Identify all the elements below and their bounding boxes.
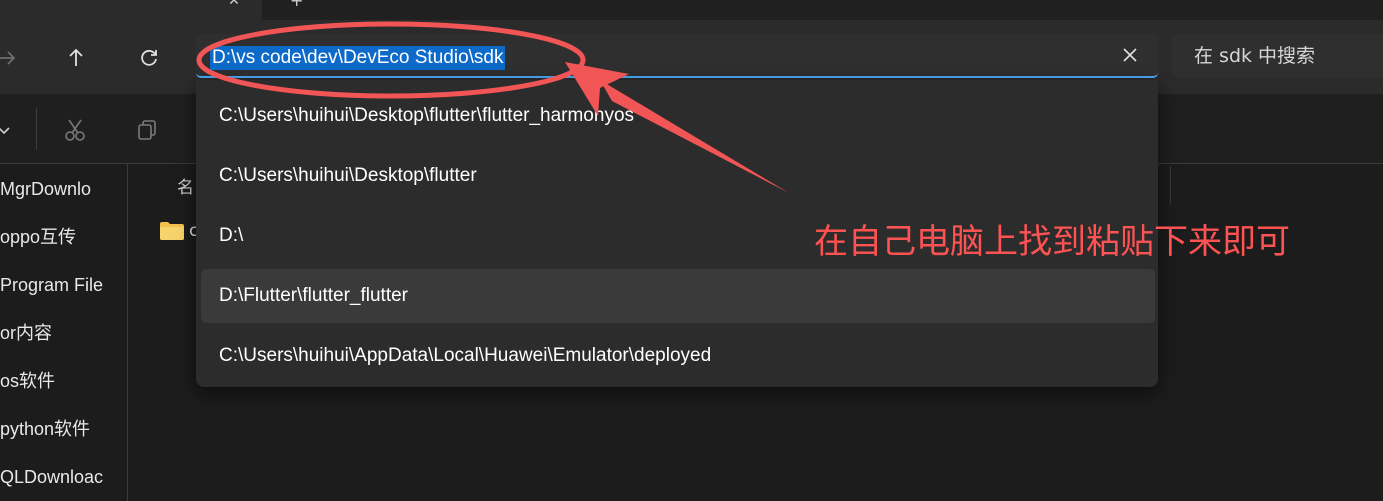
arrow-right-icon: [0, 51, 16, 65]
suggestion-path: D:\Flutter\flutter_flutter: [219, 285, 409, 306]
sidebar-item[interactable]: QLDownloac: [0, 462, 127, 492]
address-bar[interactable]: D:\vs code\dev\DevEco Studio\sdk: [196, 34, 1158, 78]
sidebar-item[interactable]: or内容: [0, 318, 127, 348]
column-header-name[interactable]: 名: [177, 173, 194, 198]
suggestion-item[interactable]: C:\Users\huihui\Desktop\flutter: [201, 149, 1155, 203]
suggestion-path: C:\Users\huihui\Desktop\flutter: [219, 165, 477, 186]
refresh-icon: [141, 49, 157, 66]
sidebar-item[interactable]: os软件: [0, 366, 127, 396]
sidebar-item[interactable]: MgrDownlo: [0, 174, 127, 204]
sidebar-item[interactable]: Program File: [0, 270, 127, 300]
search-placeholder[interactable]: 在 sdk 中搜索: [1194, 44, 1315, 68]
address-path-selected[interactable]: D:\vs code\dev\DevEco Studio\sdk: [210, 46, 506, 70]
suggestion-item[interactable]: C:\Users\huihui\AppData\Local\Huawei\Emu…: [201, 329, 1155, 383]
active-tab[interactable]: ✕: [0, 0, 262, 20]
copy-button[interactable]: [133, 116, 161, 144]
toolbar-divider: [36, 108, 37, 150]
refresh-button[interactable]: [135, 44, 163, 72]
chevron-down-icon: [0, 127, 10, 135]
new-tab-icon[interactable]: +: [290, 0, 306, 9]
title-bar: ✕ +: [0, 0, 1383, 20]
suggestion-path: C:\Users\huihui\Desktop\flutter\flutter_…: [219, 105, 635, 126]
annotation-text: 在自己电脑上找到粘贴下来即可: [814, 222, 1290, 262]
cut-button[interactable]: [61, 116, 89, 144]
suggestion-item-highlighted[interactable]: D:\Flutter\flutter_flutter: [201, 269, 1155, 323]
forward-button[interactable]: [0, 44, 20, 72]
suggestion-path: C:\Users\huihui\AppData\Local\Huawei\Emu…: [219, 345, 712, 366]
file-explorer-window: ✕ + D:\vs code\dev\DevEco Studio\sdk 在 s…: [0, 0, 1383, 501]
navigation-pane: MgrDownlo oppo互传 Program File or内容 os软件 …: [0, 164, 128, 501]
close-icon: [1123, 48, 1137, 62]
sidebar-item[interactable]: python软件: [0, 414, 127, 444]
new-menu-button[interactable]: [0, 116, 18, 144]
column-divider[interactable]: [1170, 166, 1171, 204]
suggestion-path: D:\: [219, 225, 244, 246]
arrow-up-icon: [69, 48, 83, 66]
clear-address-button[interactable]: [1120, 45, 1140, 65]
close-icon[interactable]: ✕: [224, 0, 244, 8]
sidebar-item[interactable]: oppo互传: [0, 222, 127, 252]
up-button[interactable]: [62, 44, 90, 72]
scissors-icon: [65, 119, 85, 141]
search-box[interactable]: 在 sdk 中搜索: [1172, 34, 1383, 78]
suggestion-item[interactable]: C:\Users\huihui\Desktop\flutter\flutter_…: [201, 89, 1155, 143]
folder-icon: [160, 222, 184, 240]
copy-icon: [138, 120, 156, 140]
